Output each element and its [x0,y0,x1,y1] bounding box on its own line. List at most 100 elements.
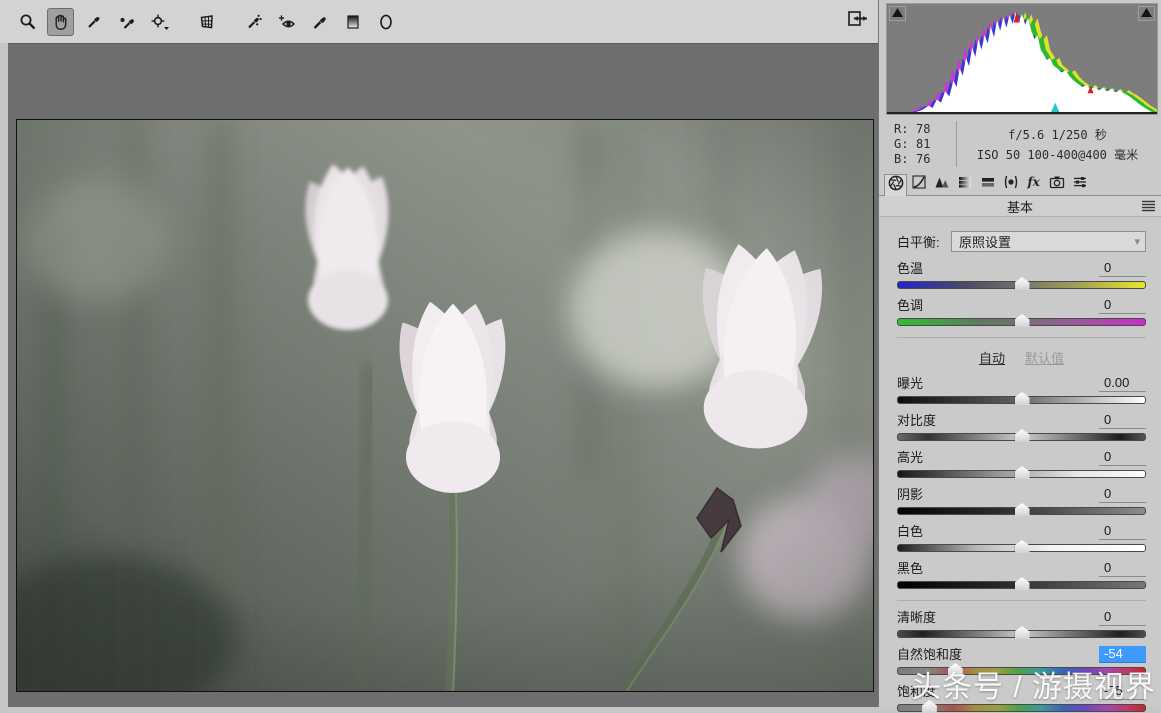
tab-tone-curve[interactable] [907,174,930,195]
panel-title: 基本 [1007,197,1033,216]
whites-thumb[interactable] [1015,540,1030,553]
temperature-slider[interactable] [897,281,1146,289]
shadows-value[interactable]: 0 [1099,486,1146,503]
slider-blacks: 黑色0 [897,561,1146,589]
camera-icon [1049,174,1065,195]
shadow-clipping-triangle-icon [891,5,904,23]
white-balance-select[interactable]: 原照设置 ▾ [951,231,1146,252]
b-label: B: [894,152,916,167]
slider-shadows: 阴影0 [897,487,1146,515]
blacks-slider[interactable] [897,581,1146,589]
highlights-thumb[interactable] [1015,466,1030,479]
tab-basic[interactable] [884,174,907,196]
exposure-slider[interactable] [897,396,1146,404]
vibrance-value[interactable]: -54 [1099,646,1146,663]
graduated-filter-tool[interactable] [339,8,366,36]
section-divider [897,600,1146,601]
white-balance-value: 原照设置 [959,232,1011,251]
targeted-adjustment-tool[interactable] [146,8,173,36]
panel-menu-button[interactable] [1142,200,1155,215]
vibrance-label: 自然饱和度 [897,644,962,663]
transform-tool[interactable] [193,8,220,36]
highlights-slider[interactable] [897,470,1146,478]
tulip-photo [17,120,873,691]
transform-grid-icon [198,13,216,31]
g-value: 81 [916,137,930,152]
temperature-thumb[interactable] [1015,277,1030,290]
auto-link[interactable]: 自动 [979,348,1005,367]
contrast-label: 对比度 [897,410,936,429]
contrast-value[interactable]: 0 [1099,412,1146,429]
clarity-thumb[interactable] [1015,626,1030,639]
panel-tabs: fx [879,174,1161,196]
clarity-slider[interactable] [897,630,1146,638]
hand-tool[interactable] [47,8,74,36]
red-eye-icon [277,13,297,31]
white-balance-tool[interactable] [80,8,107,36]
tint-slider[interactable] [897,318,1146,326]
tab-camera-calibration[interactable] [1045,174,1068,195]
tint-label: 色调 [897,295,923,314]
svg-text:fx: fx [1026,175,1040,189]
tab-effects[interactable]: fx [1022,174,1045,195]
tab-lens-corrections[interactable] [999,174,1022,195]
slider-whites: 白色0 [897,524,1146,552]
contrast-slider[interactable] [897,433,1146,441]
tab-split-toning[interactable] [976,174,999,195]
whites-value[interactable]: 0 [1099,523,1146,540]
photo-preview[interactable] [16,119,874,692]
shadows-slider[interactable] [897,507,1146,515]
highlight-clipping-toggle[interactable] [1138,6,1155,21]
tint-value[interactable]: 0 [1099,297,1146,314]
color-sampler-tool[interactable] [113,8,140,36]
zoom-tool[interactable] [14,8,41,36]
exif-iso-lens: ISO 50 100-400@400 毫米 [977,146,1138,163]
contrast-thumb[interactable] [1015,429,1030,442]
eyedropper-icon [85,13,103,31]
tab-detail[interactable] [930,174,953,195]
basic-controls: 白平衡: 原照设置 ▾ 色温0 色调0 自动 默认值 曝光0.00 [879,231,1161,712]
whites-slider[interactable] [897,544,1146,552]
tab-presets[interactable] [1068,174,1091,195]
histogram-baseline [887,112,1157,114]
red-eye-tool[interactable] [273,8,300,36]
color-sampler-icon [118,13,136,31]
image-info: R:78 G:81 B:76 f/5.6 1/250 秒 ISO 50 100-… [886,119,1158,169]
lens-icon [1003,174,1019,195]
slider-exposure: 曝光0.00 [897,376,1146,404]
blacks-thumb[interactable] [1015,577,1030,590]
panel-header: 基本 [879,196,1161,217]
preview-canvas[interactable] [8,43,878,707]
magnifier-icon [19,13,37,31]
blacks-value[interactable]: 0 [1099,560,1146,577]
histogram [886,3,1158,115]
default-link[interactable]: 默认值 [1025,348,1064,367]
exposure-value[interactable]: 0.00 [1099,375,1146,392]
brush-icon [311,13,329,31]
toggle-fullscreen-button[interactable] [845,9,869,33]
rgb-readout: R:78 G:81 B:76 [886,119,956,169]
spot-removal-tool[interactable] [240,8,267,36]
temperature-value[interactable]: 0 [1099,260,1146,277]
slider-tint: 色调 0 [897,298,1146,326]
highlights-value[interactable]: 0 [1099,449,1146,466]
shadows-thumb[interactable] [1015,503,1030,516]
slider-clarity: 清晰度0 [897,610,1146,638]
radial-filter-tool[interactable] [372,8,399,36]
tab-hsl-grayscale[interactable] [953,174,976,195]
exif-aperture-shutter: f/5.6 1/250 秒 [1008,126,1107,143]
clarity-value[interactable]: 0 [1099,609,1146,626]
exif-readout: f/5.6 1/250 秒 ISO 50 100-400@400 毫米 [957,119,1158,169]
shadow-clipping-toggle[interactable] [889,6,906,21]
sliders-icon [1072,174,1088,195]
highlight-clipping-triangle-icon [1140,5,1153,23]
white-balance-label: 白平衡: [897,232,951,251]
exposure-thumb[interactable] [1015,392,1030,405]
adjustment-brush-tool[interactable] [306,8,333,36]
histogram-plot [887,8,1157,112]
hand-icon [52,13,70,31]
tint-thumb[interactable] [1015,314,1030,327]
curve-icon [911,174,927,195]
slider-contrast: 对比度 0 [897,413,1146,441]
slider-highlights: 高光0 [897,450,1146,478]
